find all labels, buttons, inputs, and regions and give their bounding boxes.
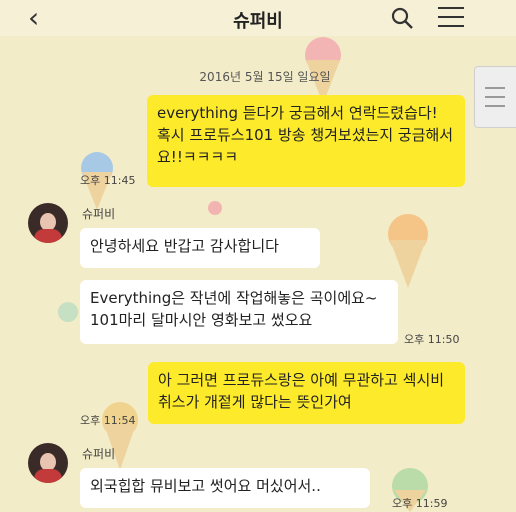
sender-name: 슈퍼비 [82,207,116,221]
menu-icon[interactable] [438,7,464,29]
message-time: 오후 11:59 [392,497,448,510]
my-message-bubble[interactable]: everything 듣다가 궁금해서 연락드렸습다! 혹시 프로듀스101 방… [147,95,465,187]
my-message-bubble[interactable]: 아 그러면 프로듀스랑은 아예 무관하고 섹시비취스가 개젙게 많다는 뜻인가여 [148,362,465,424]
their-message-bubble[interactable]: Everything은 작년에 작업해놓은 곡이에요~ 101마리 달마시안 영… [80,280,398,344]
avatar[interactable] [28,203,68,243]
sender-name: 슈퍼비 [82,447,116,461]
message-text: 외국힙합 뮤비보고 썻어요 머싰어서.. [90,477,321,495]
message-text: 아 그러면 프로듀스랑은 아예 무관하고 섹시비취스가 개젙게 많다는 뜻인가여 [158,371,445,411]
message-time: 오후 11:50 [404,333,460,346]
message-text: everything 듣다가 궁금해서 연락드렸습다! 혹시 프로듀스101 방… [157,104,454,166]
message-time: 오후 11:54 [80,414,136,427]
message-text: Everything은 작년에 작업해놓은 곡이에요~ 101마리 달마시안 영… [90,289,378,329]
their-message-bubble[interactable]: 외국힙합 뮤비보고 썻어요 머싰어서.. [80,468,370,508]
decor-dot [208,201,222,215]
ice-cream-decor [388,214,428,288]
scroll-handle[interactable] [474,66,516,128]
search-icon[interactable] [390,6,414,30]
chat-header: ‹ 슈퍼비 [0,0,516,36]
avatar[interactable] [28,443,68,483]
message-time: 오후 11:45 [80,174,136,187]
date-divider: 2016년 5월 15일 일요일 [199,70,331,84]
message-text: 안녕하세요 반갑고 감사합니다 [90,237,279,255]
decor-dot [58,302,78,322]
their-message-bubble[interactable]: 안녕하세요 반갑고 감사합니다 [80,228,320,268]
